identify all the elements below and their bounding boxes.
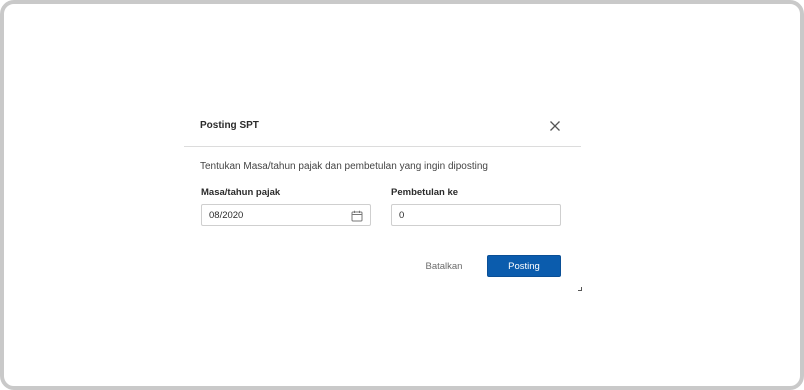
pembetulan-input[interactable] xyxy=(391,204,561,226)
cancel-button[interactable]: Batalkan xyxy=(410,255,478,277)
close-button[interactable] xyxy=(547,118,563,134)
calendar-button[interactable] xyxy=(351,209,363,222)
dialog-title: Posting SPT xyxy=(200,120,259,131)
posting-spt-dialog: Posting SPT Tentukan Masa/tahun pajak da… xyxy=(184,106,582,292)
calendar-icon xyxy=(351,210,363,222)
pembetulan-label: Pembetulan ke xyxy=(391,187,459,198)
resize-handle[interactable] xyxy=(578,287,582,291)
masa-tahun-input[interactable] xyxy=(201,204,371,226)
masa-tahun-label: Masa/tahun pajak xyxy=(201,187,281,198)
posting-button[interactable]: Posting xyxy=(487,255,561,277)
close-icon xyxy=(550,121,560,131)
window-frame: Posting SPT Tentukan Masa/tahun pajak da… xyxy=(0,0,804,390)
dialog-header: Posting SPT xyxy=(184,106,581,147)
dialog-instruction: Tentukan Masa/tahun pajak dan pembetulan… xyxy=(200,161,488,172)
